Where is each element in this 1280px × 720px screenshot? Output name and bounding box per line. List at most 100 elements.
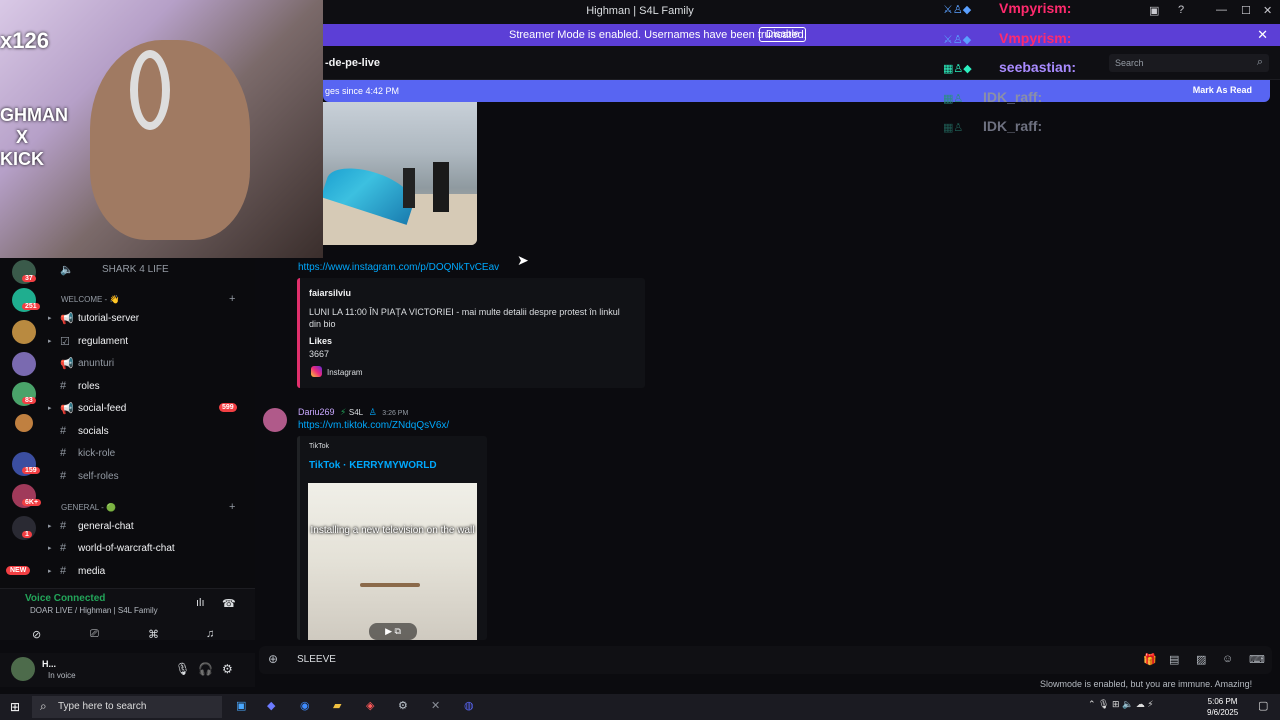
category-general[interactable]: GENERAL - 🟢 + [61, 501, 235, 513]
voice-panel: Voice Connected DOAR LIVE / Highman | S4… [0, 588, 255, 641]
bolt-icon: ⚡ [340, 407, 347, 417]
app-icon[interactable]: ◉ [300, 699, 310, 712]
overlay-username: seebastian: [999, 59, 1077, 75]
tiktok-link[interactable]: https://vm.tiktok.com/ZNdqQsV6x/ [298, 420, 449, 431]
close-window-button[interactable]: ✕ [1263, 4, 1272, 17]
hash-icon: # [60, 565, 67, 577]
channel-roles[interactable]: # roles [48, 377, 255, 397]
server-icon[interactable]: 251 [12, 288, 40, 312]
server-icon[interactable]: 6K+ [12, 484, 42, 508]
taskbar-search-input[interactable]: ⌕ Type here to search [32, 696, 222, 718]
folder-icon[interactable]: ▰ [333, 699, 341, 712]
caret-icon: ▸ [48, 315, 52, 322]
gif-icon[interactable]: ▤ [1169, 653, 1179, 666]
embed-title[interactable]: TikTok · KERRYMYWORLD [309, 460, 437, 471]
overlay-username: IDK_raff: [983, 89, 1043, 105]
hash-icon: # [60, 542, 67, 554]
channel-label: SHARK 4 LIFE [102, 264, 169, 275]
badge-icon: ⚔♙◆ [943, 4, 972, 16]
role-icon: ♙ [368, 407, 377, 417]
channel-self-roles[interactable]: # self-roles [48, 467, 255, 487]
author-name[interactable]: Dariu269 [298, 407, 335, 417]
category-welcome[interactable]: WELCOME - 👋 + [61, 293, 235, 305]
channel-list: 🔈 SHARK 4 LIFE WELCOME - 👋 + ▸ 📢 tutorial-se… [48, 258, 255, 588]
avatar[interactable] [11, 657, 35, 681]
server-icon[interactable] [12, 352, 36, 376]
voice-server[interactable]: DOAR LIVE / Highman | S4L Family [30, 606, 158, 615]
badge-icon: ▦♙ [943, 122, 964, 134]
video-thumbnail[interactable]: Installing a new television on the wall … [308, 483, 477, 640]
gift-icon[interactable]: 🎁 [1143, 653, 1157, 666]
channel-world-of-warcraft-chat[interactable]: ▸ # world-of-warcraft-chat [48, 539, 255, 559]
soundboard-icon[interactable]: ♫ [206, 628, 214, 640]
instagram-link[interactable]: https://www.instagram.com/p/DOQNkTvCEav [298, 262, 499, 273]
overlay-line: KICK [0, 149, 44, 169]
sticker-icon[interactable]: ▨ [1196, 653, 1206, 666]
discord-icon[interactable]: ◍ [464, 699, 474, 712]
avatar[interactable] [263, 408, 287, 432]
message-composer[interactable]: ⊕ SLEEVE 🎁 ▤ ▨ ☺ ⌨ [259, 646, 1272, 674]
attachment-image[interactable] [323, 102, 477, 245]
server-icon[interactable]: 1 [12, 516, 36, 540]
disconnect-icon[interactable]: ☎ [222, 597, 236, 610]
task-view-icon[interactable]: ▣ [236, 699, 246, 712]
server-icon[interactable]: 83 [12, 382, 36, 406]
activity-icon[interactable]: ⌘ [148, 628, 159, 641]
microphone-icon[interactable]: 🎙 [175, 662, 190, 676]
screen-icon[interactable]: ▣ [1149, 4, 1159, 17]
caret-icon: ▸ [48, 545, 52, 552]
notifications-icon[interactable]: ▢ [1258, 699, 1268, 712]
category-label: WELCOME - 👋 [61, 295, 120, 304]
channel-general-chat[interactable]: ▸ # general-chat [48, 517, 255, 537]
windows-start-icon[interactable]: ⊞ [10, 700, 20, 714]
channel-tutorial-server[interactable]: ▸ 📢 tutorial-server [48, 309, 255, 329]
disable-streamer-button[interactable]: Disable [759, 27, 807, 42]
server-icon[interactable]: 37 [12, 260, 36, 284]
announcement-icon: 📢 [60, 403, 74, 415]
username[interactable]: H... [42, 659, 56, 669]
message-input[interactable]: SLEEVE [297, 654, 336, 665]
overlay-username: Vmpyrism: [999, 30, 1072, 46]
voice-status[interactable]: Voice Connected [25, 593, 105, 604]
signal-icon[interactable]: ılı [196, 597, 205, 609]
close-icon[interactable]: ✕ [1257, 27, 1268, 43]
server-icon[interactable] [12, 320, 36, 344]
emoji-icon[interactable]: ☺ [1222, 653, 1233, 665]
server-icon[interactable] [15, 414, 33, 432]
channel-media[interactable]: ▸ # media [48, 562, 255, 582]
embed-description: LUNI LA 11:00 ÎN PIAȚA VICTORIEI - mai m… [309, 307, 620, 329]
badge-icon: ⚔♙◆ [943, 34, 972, 46]
overlay-line: X [16, 127, 29, 147]
channel-social-feed[interactable]: ▸ 📢 social-feed 599 [48, 399, 255, 419]
channel-regulament[interactable]: ▸ ☑ regulament [48, 332, 255, 352]
add-attachment-icon[interactable]: ⊕ [268, 652, 278, 666]
server-icon[interactable]: 159 [12, 452, 40, 476]
camera-off-icon[interactable]: ⊘ [32, 628, 41, 641]
system-tray-icons[interactable]: ⌃ 🎙 ⊞ 🔈 ☁ ⚡ [1088, 699, 1154, 710]
mark-as-read-button[interactable]: Mark As Read [1193, 85, 1252, 95]
app-icon[interactable]: ◆ [267, 699, 275, 712]
add-channel-icon[interactable]: + [229, 501, 235, 513]
headphones-icon[interactable]: 🎧 [198, 662, 213, 676]
clock[interactable]: 5:06 PM 9/6/2025 [1207, 696, 1238, 718]
hash-icon: # [60, 447, 67, 459]
server-badge: 159 [22, 467, 40, 474]
help-icon[interactable]: ? [1178, 4, 1184, 16]
channel-socials[interactable]: # socials [48, 422, 255, 442]
steam-icon[interactable]: ⚙ [398, 699, 408, 712]
app-icon[interactable]: ✕ [431, 699, 440, 712]
screen-share-icon[interactable]: ⎚ [90, 628, 99, 641]
channel-kick-role[interactable]: # kick-role [48, 444, 255, 464]
minimize-button[interactable]: — [1216, 4, 1227, 16]
channel-anunturi[interactable]: 📢 anunturi [48, 354, 255, 374]
channel-shark-4-life[interactable]: 🔈 SHARK 4 LIFE [48, 260, 255, 280]
play-icon[interactable]: ▶ ⧉ [369, 623, 417, 640]
channel-label: general-chat [78, 521, 134, 532]
apps-icon[interactable]: ⌨ [1249, 653, 1265, 666]
embed-author[interactable]: faiarsilviu [309, 288, 351, 298]
gear-icon[interactable]: ⚙ [222, 662, 233, 676]
new-badge: NEW [6, 566, 31, 575]
maximize-button[interactable]: ☐ [1241, 4, 1251, 17]
add-channel-icon[interactable]: + [229, 293, 235, 305]
app-icon[interactable]: ◈ [366, 699, 374, 712]
